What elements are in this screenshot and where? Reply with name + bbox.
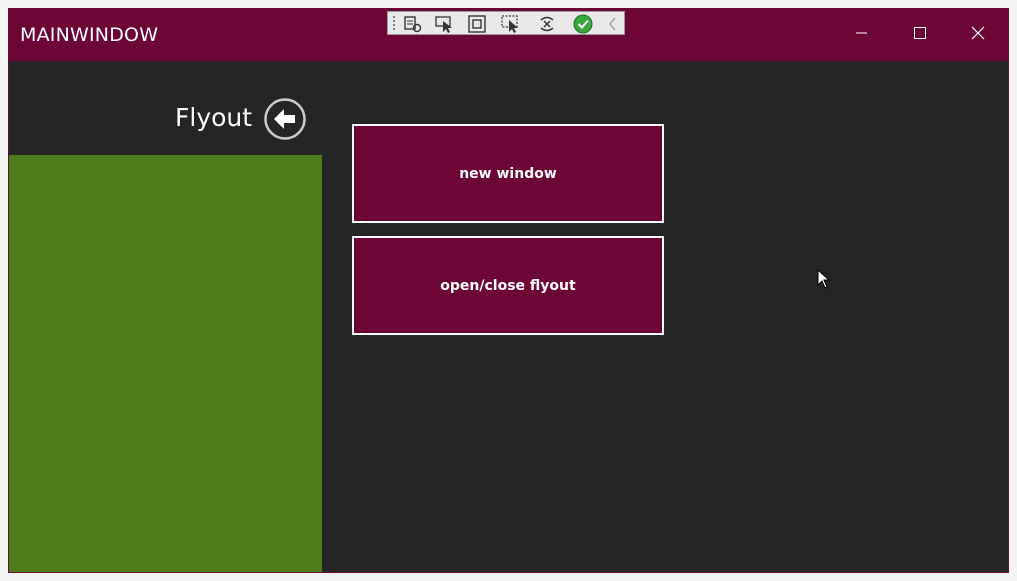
maximize-icon	[914, 26, 926, 44]
window-title: MAINWINDOW	[20, 24, 159, 46]
maximize-button[interactable]	[891, 9, 949, 61]
close-button[interactable]	[949, 9, 1007, 61]
flyout-title: Flyout	[175, 103, 253, 132]
hot-reload-icon[interactable]	[536, 14, 558, 33]
title-bar[interactable]: MAINWINDOW	[9, 9, 1008, 61]
check-icon[interactable]	[572, 14, 594, 33]
minimize-icon	[856, 26, 868, 44]
live-visual-tree-icon[interactable]	[402, 14, 424, 33]
mouse-cursor-icon	[817, 268, 831, 294]
flyout-back-button[interactable]	[264, 98, 306, 140]
xaml-devtools-toolbar[interactable]	[387, 11, 625, 35]
flyout-panel	[9, 155, 322, 572]
close-icon	[971, 26, 985, 45]
new-window-button[interactable]: new window	[352, 124, 664, 223]
display-layout-adorners-icon[interactable]	[466, 14, 488, 33]
toolbar-grip-icon[interactable]	[392, 15, 396, 31]
main-window: MAINWINDOW Flyout new window open/close …	[9, 9, 1008, 572]
arrow-left-circle-icon	[264, 98, 306, 144]
flyout-header: Flyout	[9, 61, 322, 155]
collapse-chevron-icon[interactable]	[602, 14, 624, 33]
track-focus-icon[interactable]	[499, 14, 521, 33]
select-element-icon[interactable]	[434, 14, 456, 33]
minimize-button[interactable]	[833, 9, 891, 61]
open-close-flyout-button[interactable]: open/close flyout	[352, 236, 664, 335]
